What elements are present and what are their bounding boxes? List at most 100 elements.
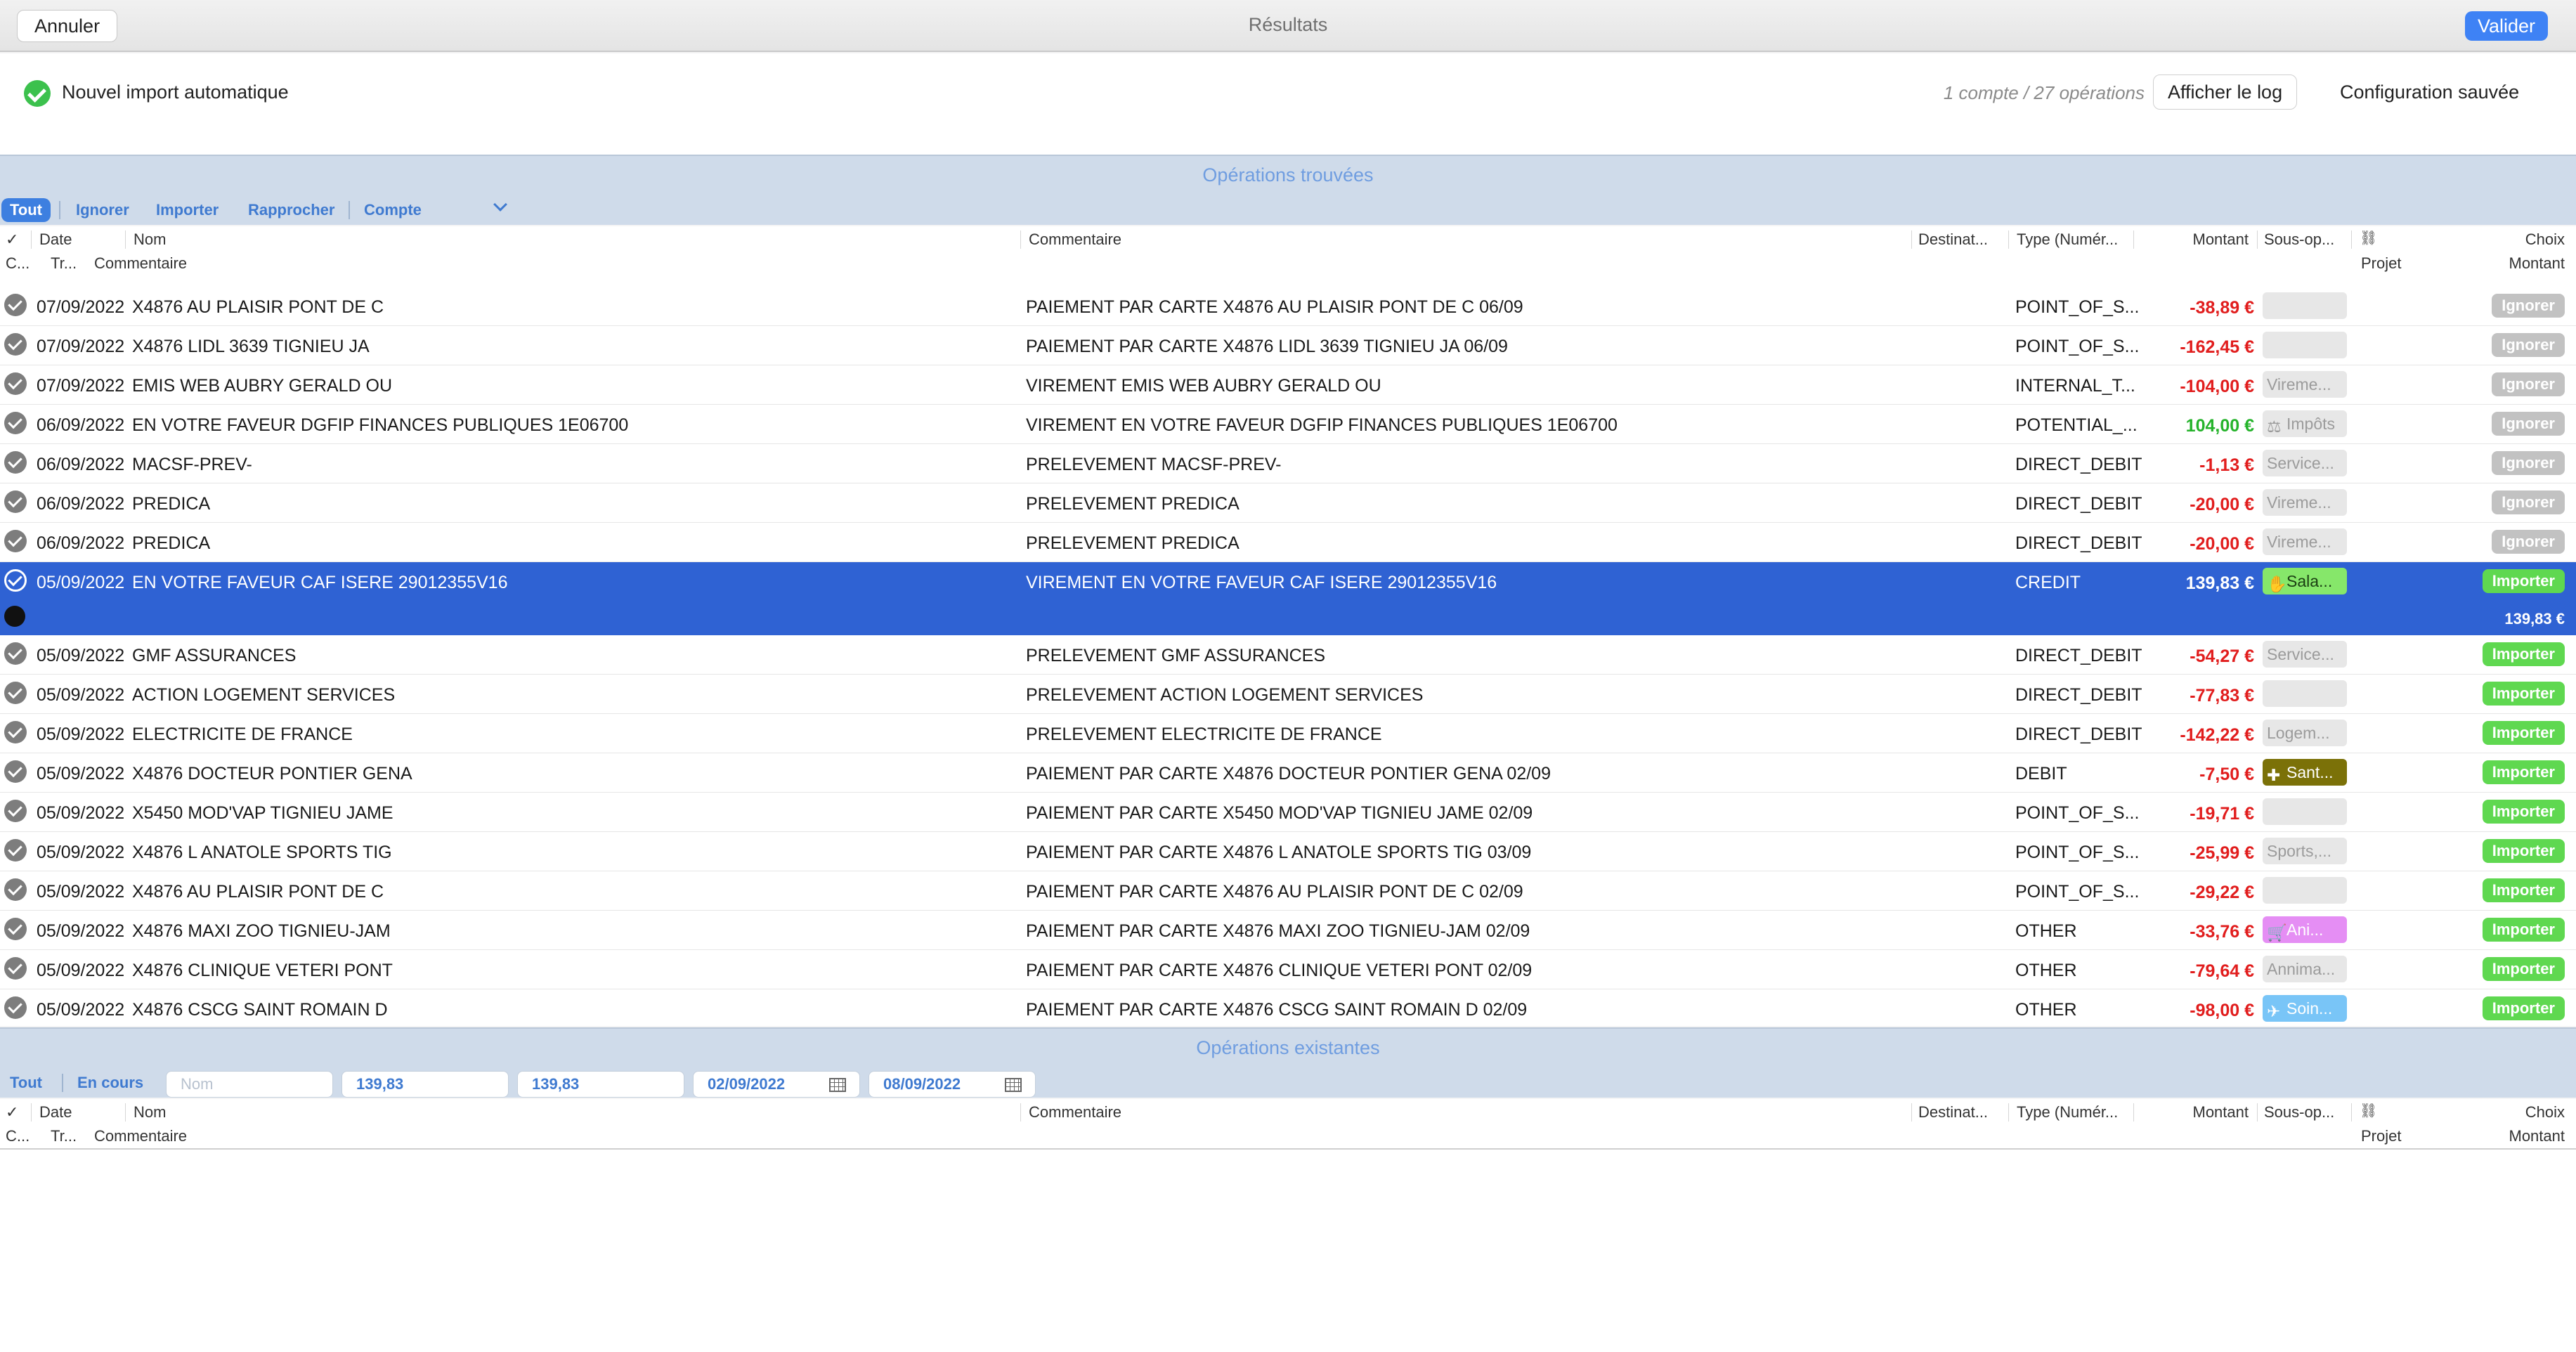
table-row[interactable]: 05/09/2022 X4876 AU PLAISIR PONT DE C PAIE… [0,871,2576,911]
row-choice-button[interactable]: Importer [2482,760,2565,784]
subop-category-tag[interactable]: Logem... [2263,720,2347,746]
calendar-icon[interactable] [829,1078,846,1092]
col-type[interactable]: Type (Numér... [2017,230,2118,249]
table-row[interactable]: 06/09/2022 EN VOTRE FAVEUR DGFIP FINANCES… [0,405,2576,444]
table-row[interactable]: 05/09/2022 X5450 MOD'VAP TIGNIEU JAME PAIE… [0,793,2576,832]
row-choice-button[interactable]: Ignorer [2492,333,2565,357]
row-check-icon[interactable] [4,451,27,474]
filter-reconcile[interactable]: Rapprocher [248,198,334,222]
row-choice-button[interactable]: Importer [2482,918,2565,942]
col-amount[interactable]: Montant [2136,1103,2249,1122]
table-row[interactable]: 05/09/2022 X4876 CSCG SAINT ROMAIN D PAIEM… [0,989,2576,1026]
col-check[interactable]: ✓ [6,230,18,249]
col-date[interactable]: Date [39,230,72,249]
row-check-icon[interactable] [4,682,27,704]
row-check-icon[interactable] [4,530,27,552]
subop-category-tag[interactable]: Vireme... [2263,528,2347,555]
filter-ignore[interactable]: Ignorer [76,198,129,222]
row-choice-button[interactable]: Ignorer [2492,372,2565,396]
subop-category-tag[interactable]: Vireme... [2263,489,2347,516]
row-check-icon[interactable] [4,294,27,316]
row-check-icon[interactable] [4,412,27,434]
name-filter-input[interactable]: Nom [166,1071,333,1098]
col-type[interactable]: Type (Numér... [2017,1103,2118,1122]
row-check-icon[interactable] [4,957,27,980]
calendar-icon[interactable] [1005,1078,1022,1092]
col-date[interactable]: Date [39,1103,72,1122]
col-comment[interactable]: Commentaire [1029,1103,1121,1122]
col-choice[interactable]: Choix [2445,230,2565,249]
row-choice-button[interactable]: Importer [2482,800,2565,824]
table-row[interactable]: 05/09/2022 ELECTRICITE DE FRANCE PRELEVEME… [0,714,2576,753]
row-check-icon[interactable] [4,721,27,743]
col-destination[interactable]: Destinat... [1918,230,1988,249]
row-choice-button[interactable]: Ignorer [2492,530,2565,554]
subop-category-tag[interactable]: Annima... [2263,956,2347,982]
table-row[interactable]: 05/09/2022 X4876 DOCTEUR PONTIER GENA PAIE… [0,753,2576,793]
row-choice-button[interactable]: Importer [2482,996,2565,1020]
row-check-icon[interactable] [4,996,27,1019]
subop-category-tag[interactable]: Sports,... [2263,838,2347,864]
col-check[interactable]: ✓ [6,1103,18,1122]
subop-category-tag[interactable]: Service... [2263,450,2347,476]
amount-min-input[interactable]: 139,83 [341,1071,509,1098]
col-choice[interactable]: Choix [2445,1103,2565,1122]
chevron-down-icon[interactable] [493,197,507,212]
link-icon[interactable]: ⛓ [2360,1102,2377,1119]
table-row[interactable]: 05/09/2022 ACTION LOGEMENT SERVICES PRELEV… [0,675,2576,714]
subop-category-tag[interactable]: Service... [2263,641,2347,668]
subop-category-tag[interactable]: 🛒Ani... [2263,916,2347,943]
row-check-icon[interactable] [4,839,27,862]
subop-category-tag[interactable]: ✈ Soin... [2263,995,2347,1022]
row-choice-button[interactable]: Ignorer [2492,294,2565,318]
subop-category-tag[interactable] [2263,798,2347,825]
table-row[interactable]: 05/09/2022 GMF ASSURANCES PRELEVEMENT GMF … [0,635,2576,675]
row-check-icon[interactable] [4,800,27,822]
row-check-icon[interactable] [4,760,27,783]
table-row[interactable]: 06/09/2022 PREDICA PRELEVEMENT PREDICA DIRE… [0,523,2576,562]
subop-category-tag[interactable]: Vireme... [2263,371,2347,398]
row-choice-button[interactable]: Ignorer [2492,490,2565,514]
subop-category-tag[interactable]: ⚖ Impôts [2263,410,2347,437]
row-choice-button[interactable]: Importer [2482,839,2565,863]
row-choice-button[interactable]: Ignorer [2492,451,2565,475]
row-check-icon[interactable] [4,642,27,665]
subop-category-tag[interactable] [2263,292,2347,319]
table-row[interactable]: 05/09/2022 X4876 L ANATOLE SPORTS TIG PAIE… [0,832,2576,871]
table-row[interactable]: 07/09/2022 X4876 AU PLAISIR PONT DE C PAIE… [0,287,2576,326]
table-row[interactable]: 05/09/2022 X4876 MAXI ZOO TIGNIEU-JAM PAIE… [0,911,2576,950]
link-icon[interactable]: ⛓ [2360,229,2377,247]
col-subop[interactable]: Sous-op... [2264,230,2334,249]
existing-filter-in-progress[interactable]: En cours [77,1071,143,1095]
validate-button[interactable]: Valider [2464,11,2548,41]
existing-filter-all[interactable]: Tout [10,1071,42,1095]
row-choice-button[interactable]: Ignorer [2492,412,2565,436]
table-row[interactable]: 06/09/2022 PREDICA PRELEVEMENT PREDICA DIRE… [0,483,2576,523]
subop-category-tag[interactable]: ✚ Sant... [2263,759,2347,786]
col-comment[interactable]: Commentaire [1029,230,1121,249]
row-choice-button[interactable]: Importer [2482,878,2565,902]
row-check-icon[interactable] [4,333,27,356]
filter-account-dropdown[interactable]: Compte [364,198,422,222]
row-check-icon[interactable] [4,569,27,592]
amount-max-input[interactable]: 139,83 [517,1071,684,1098]
row-choice-button[interactable]: Importer [2482,682,2565,706]
col-name[interactable]: Nom [134,230,166,249]
col-amount[interactable]: Montant [2136,230,2249,249]
col-destination[interactable]: Destinat... [1918,1103,1988,1122]
row-check-icon[interactable] [4,878,27,901]
row-choice-button[interactable]: Importer [2482,569,2565,593]
col-name[interactable]: Nom [134,1103,166,1122]
subop-category-tag[interactable] [2263,877,2347,904]
row-choice-button[interactable]: Importer [2482,642,2565,666]
row-check-icon[interactable] [4,918,27,940]
subop-category-tag[interactable]: ✋Sala... [2263,568,2347,594]
filter-all[interactable]: Tout [1,198,51,222]
row-choice-button[interactable]: Importer [2482,721,2565,745]
show-log-button[interactable]: Afficher le log [2153,74,2298,110]
table-row[interactable]: 05/09/2022 EN VOTRE FAVEUR CAF ISERE 2901… [0,562,2576,635]
subop-category-tag[interactable] [2263,680,2347,707]
row-check-icon[interactable] [4,490,27,513]
row-choice-button[interactable]: Importer [2482,957,2565,981]
table-row[interactable]: 06/09/2022 MACSF-PREV- PRELEVEMENT MACSF-P… [0,444,2576,483]
